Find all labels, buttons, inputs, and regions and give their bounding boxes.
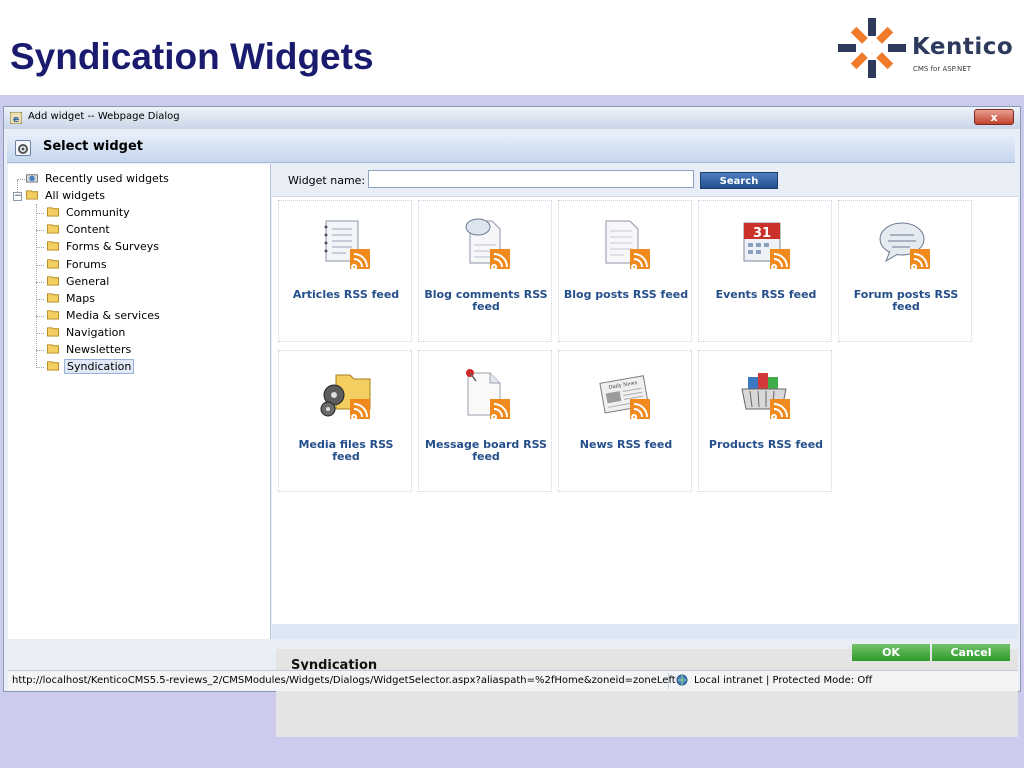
widget-name: Products RSS feed xyxy=(708,438,824,451)
logo-tagline: CMS for ASP.NET xyxy=(913,65,971,73)
tree-item-label: Community xyxy=(66,206,130,219)
calendar-day: 31 xyxy=(753,226,771,241)
folder-icon xyxy=(47,310,59,320)
tree-item-navigation[interactable]: Navigation xyxy=(46,326,127,342)
events-rss-icon: 31 xyxy=(743,222,790,270)
status-url: http://localhost/KenticoCMS5.5-reviews_2… xyxy=(12,675,676,686)
tree-item-forums[interactable]: Forums xyxy=(46,258,109,274)
tree-item-recently-used[interactable]: Recently used widgets xyxy=(25,172,171,188)
products-rss-icon xyxy=(741,373,790,420)
news-rss-icon: Daily News xyxy=(599,375,650,420)
category-tree: Recently used widgets − All widgets Comm… xyxy=(8,164,271,639)
tree-item-label: Maps xyxy=(66,292,95,305)
widget-name: Message board RSS feed xyxy=(425,438,547,463)
category-info-panel: Syndication xyxy=(276,649,1018,737)
search-label: Widget name: xyxy=(288,174,366,187)
widget-tile-articles-rss[interactable]: Articles RSS feed xyxy=(278,200,412,342)
tree-item-newsletters[interactable]: Newsletters xyxy=(46,343,133,359)
search-bar: Widget name: Search xyxy=(272,164,1018,197)
tree-item-label: Content xyxy=(66,223,110,236)
widget-name: Forum posts RSS feed xyxy=(853,288,959,313)
tree-item-syndication[interactable]: Syndication xyxy=(46,359,135,376)
folder-open-icon xyxy=(26,190,38,200)
widget-list-panel: Widget name: Search Articles RSS feed Bl… xyxy=(272,164,1018,639)
blog-posts-rss-icon xyxy=(605,220,650,270)
widget-name: Blog comments RSS feed xyxy=(424,288,548,313)
folder-icon xyxy=(47,207,59,217)
tree-item-forms-surveys[interactable]: Forms & Surveys xyxy=(46,240,161,256)
media-files-rss-icon xyxy=(320,374,371,420)
widget-tile-products-rss[interactable]: Products RSS feed xyxy=(698,350,832,492)
tree-item-label: General xyxy=(66,275,110,288)
intranet-zone-icon xyxy=(676,674,688,686)
tree-item-content[interactable]: Content xyxy=(46,223,112,239)
folder-icon xyxy=(47,276,59,286)
widget-tile-blog-comments-rss[interactable]: Blog comments RSS feed xyxy=(418,200,552,342)
widget-tile-message-board-rss[interactable]: Message board RSS feed xyxy=(418,350,552,492)
tree-item-media-services[interactable]: Media & services xyxy=(46,309,162,325)
widget-tile-blog-posts-rss[interactable]: Blog posts RSS feed xyxy=(558,200,692,342)
status-separator xyxy=(668,673,669,689)
window-titlebar[interactable]: e Add widget -- Webpage Dialog x xyxy=(4,107,1020,129)
widget-name: Articles RSS feed xyxy=(292,288,400,301)
panel-separator-band xyxy=(272,624,1018,639)
widget-tile-news-rss[interactable]: Daily News News RSS feed xyxy=(558,350,692,492)
tree-item-label: Recently used widgets xyxy=(45,172,169,185)
widget-gear-icon xyxy=(15,140,31,156)
window-close-button[interactable]: x xyxy=(974,109,1014,125)
forum-posts-rss-icon xyxy=(879,222,930,270)
folder-icon xyxy=(47,293,59,303)
cancel-button[interactable]: Cancel xyxy=(932,644,1010,661)
kentico-logo-icon xyxy=(838,18,906,78)
message-board-rss-icon xyxy=(466,369,510,420)
folder-icon xyxy=(47,259,59,269)
tree-item-label: Syndication xyxy=(64,359,135,374)
tree-item-general[interactable]: General xyxy=(46,275,111,291)
kentico-logo: Kentico CMS for ASP.NET xyxy=(836,16,1018,80)
tree-item-community[interactable]: Community xyxy=(46,206,132,222)
folder-icon xyxy=(47,224,59,234)
ok-button[interactable]: OK xyxy=(852,644,930,661)
folder-icon xyxy=(47,327,59,337)
ie-icon: e xyxy=(10,112,22,124)
tree-item-all-widgets[interactable]: All widgets xyxy=(25,189,107,205)
folder-icon xyxy=(47,344,59,354)
widget-name: Blog posts RSS feed xyxy=(563,288,689,301)
tree-item-label: Forums xyxy=(66,258,107,271)
logo-name: Kentico xyxy=(912,34,1014,60)
window-title: Add widget -- Webpage Dialog xyxy=(28,111,180,122)
security-zone-text: Local intranet | Protected Mode: Off xyxy=(694,675,873,686)
tree-collapse-toggle[interactable]: − xyxy=(13,192,22,201)
recent-widgets-icon xyxy=(26,174,38,183)
slide-header: Syndication Widgets Kentico CMS for ASP.… xyxy=(0,0,1024,95)
widget-tile-forum-posts-rss[interactable]: Forum posts RSS feed xyxy=(838,200,972,342)
tree-item-label: All widgets xyxy=(45,189,105,202)
search-button[interactable]: Search xyxy=(700,172,778,189)
blog-comments-rss-icon xyxy=(465,218,510,270)
dialog-header-title: Select widget xyxy=(43,139,144,154)
tree-item-maps[interactable]: Maps xyxy=(46,292,97,308)
tree-item-label: Forms & Surveys xyxy=(66,240,160,253)
slide-title: Syndication Widgets xyxy=(10,36,374,77)
tree-item-label: Media & services xyxy=(66,309,160,322)
widget-tile-media-files-rss[interactable]: Media files RSS feed xyxy=(278,350,412,492)
tree-item-label: Newsletters xyxy=(66,343,132,356)
svg-text:e: e xyxy=(13,115,19,124)
widget-name: Media files RSS feed xyxy=(298,438,394,463)
articles-rss-icon xyxy=(324,220,370,270)
widget-name: Events RSS feed xyxy=(715,288,817,301)
dialog-header: Select widget xyxy=(7,134,1015,163)
tree-item-label: Navigation xyxy=(66,326,126,339)
folder-icon xyxy=(47,361,59,371)
webpage-dialog-window: e Add widget -- Webpage Dialog x Select … xyxy=(3,106,1021,737)
widget-name-input[interactable] xyxy=(368,170,694,188)
status-bar: http://localhost/KenticoCMS5.5-reviews_2… xyxy=(8,670,1018,691)
folder-icon xyxy=(47,241,59,251)
widget-tile-events-rss[interactable]: 31 Events RSS feed xyxy=(698,200,832,342)
widget-name: News RSS feed xyxy=(579,438,673,451)
